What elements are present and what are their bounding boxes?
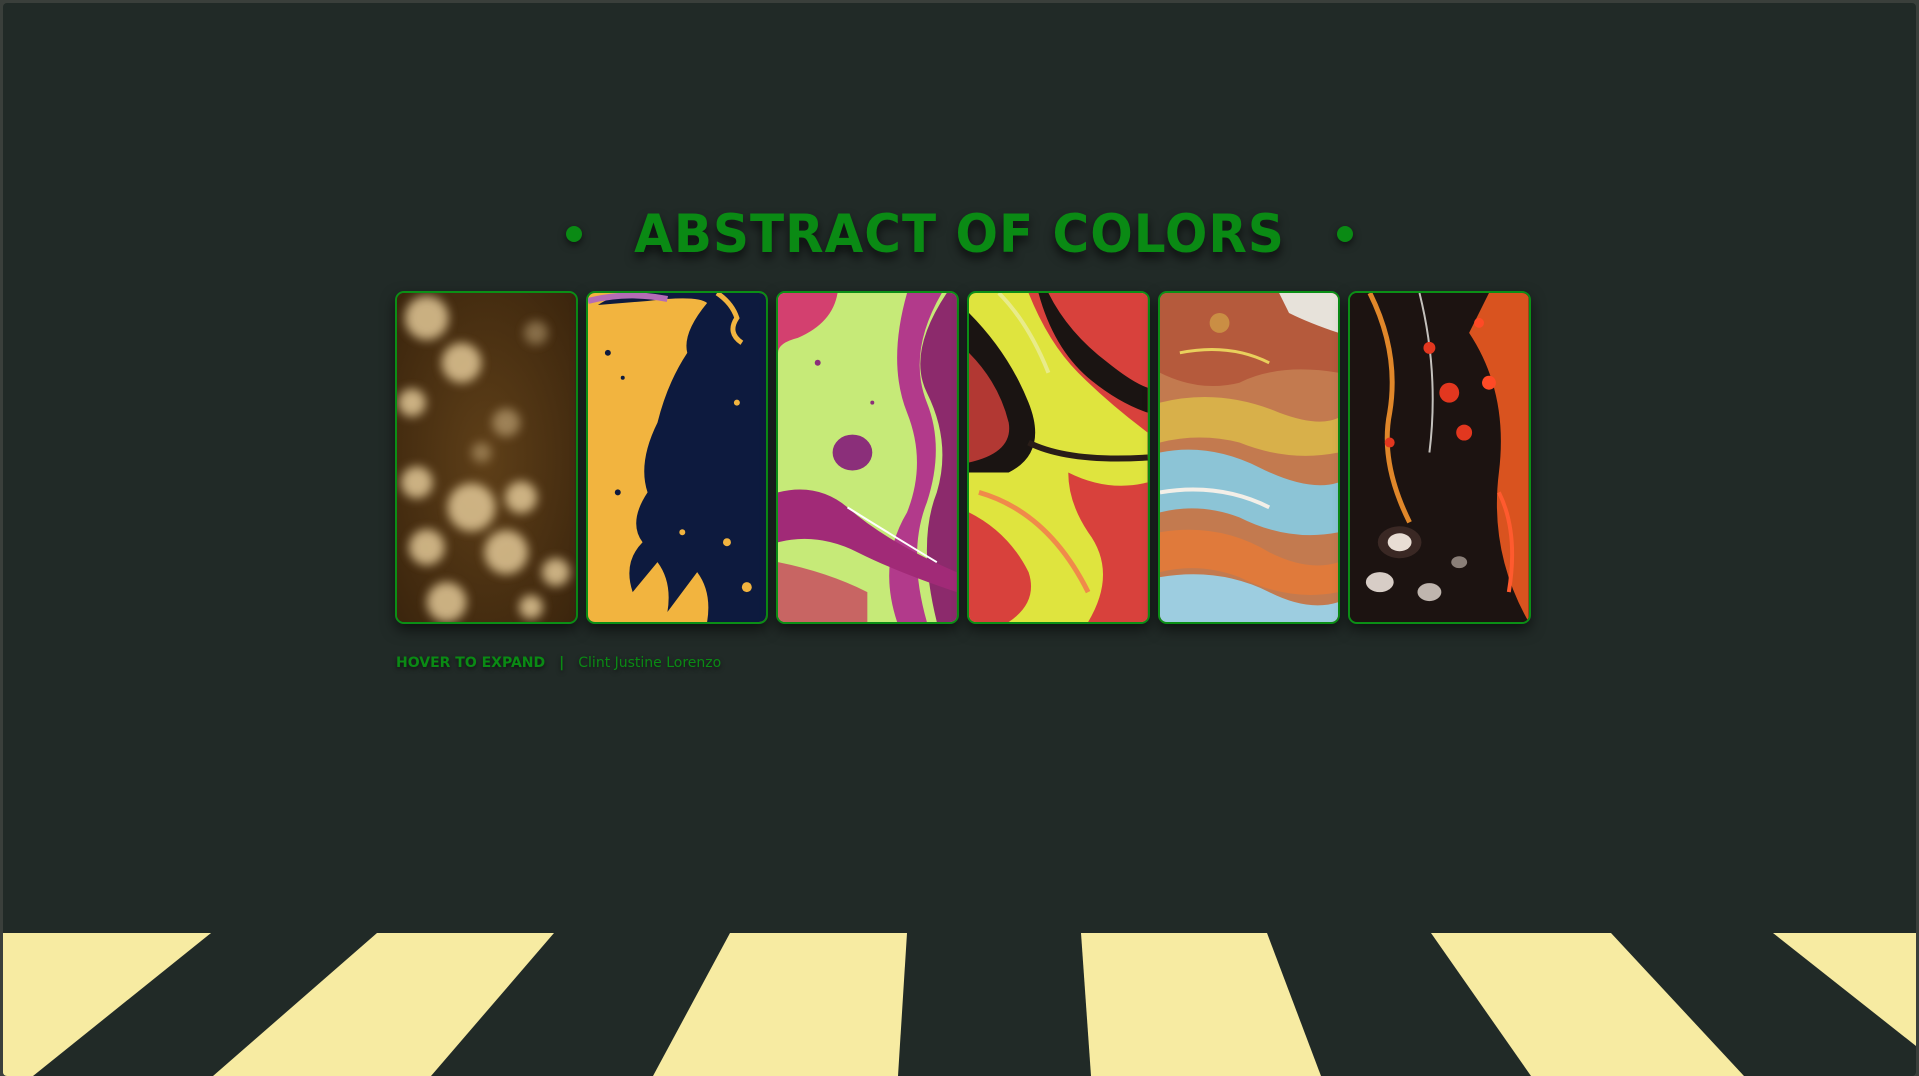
stripe-6 <box>1773 933 1916 1046</box>
header: ABSTRACT OF COLORS <box>3 199 1916 269</box>
gallery-card-3[interactable] <box>776 291 960 624</box>
page-frame: ABSTRACT OF COLORS HOVER TO EXPAND | Cli… <box>3 3 1916 1076</box>
stripe-4 <box>1081 933 1321 1076</box>
gallery-card-5[interactable] <box>1157 291 1341 624</box>
red-yellow-fluid-image <box>969 293 1148 622</box>
rust-blue-fluid-image <box>1159 293 1339 622</box>
gallery-card-2[interactable] <box>585 291 769 624</box>
stripe-2 <box>213 933 554 1076</box>
black-orange-cells-image <box>1350 293 1530 622</box>
author-name: Clint Justine Lorenzo <box>578 655 722 671</box>
left-dot-icon <box>566 226 583 242</box>
image-gallery <box>395 291 1532 624</box>
gallery-card-4[interactable] <box>967 291 1150 624</box>
credits-bar: HOVER TO EXPAND | Clint Justine Lorenzo <box>396 655 721 671</box>
gallery-card-6[interactable] <box>1348 291 1532 624</box>
hover-hint: HOVER TO EXPAND <box>396 655 546 671</box>
yellow-navy-splash-image <box>587 293 767 622</box>
lime-magenta-swirl-image <box>778 293 958 622</box>
stripe-1b <box>3 933 211 1076</box>
stripe-5 <box>1431 933 1744 1076</box>
stripe-3 <box>653 933 907 1076</box>
gallery-card-1[interactable] <box>395 291 578 624</box>
credits-separator: | <box>559 655 565 671</box>
right-dot-icon <box>1336 226 1353 242</box>
page-title: ABSTRACT OF COLORS <box>634 203 1285 265</box>
brown-bokeh-image <box>397 293 576 622</box>
crosswalk-stripes <box>3 933 1916 1076</box>
